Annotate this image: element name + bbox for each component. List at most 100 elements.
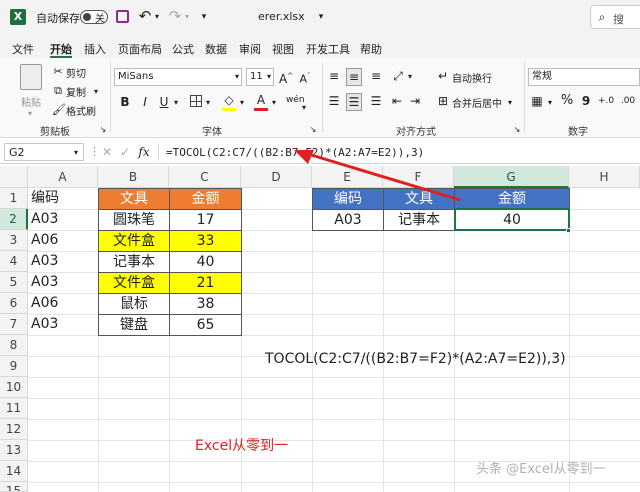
column-header-c[interactable]: C xyxy=(169,166,241,188)
redo-icon[interactable]: ↷ xyxy=(167,8,183,24)
cell-b2[interactable]: 圆珠笔 xyxy=(98,209,170,231)
tab-home[interactable]: 开始 xyxy=(50,41,72,57)
row-header-3[interactable]: 3 xyxy=(0,230,28,251)
cell-c2[interactable]: 17 xyxy=(169,209,242,231)
fill-color-dropdown-icon[interactable]: ▾ xyxy=(238,95,246,111)
copy-dropdown-icon[interactable]: ▾ xyxy=(92,84,100,100)
merge-center-button[interactable]: 合并后居中 xyxy=(452,95,502,110)
filename-chevron-icon[interactable]: ▾ xyxy=(316,9,326,25)
italic-button[interactable]: I xyxy=(138,94,152,110)
row-header-1[interactable]: 1 xyxy=(0,188,28,209)
tab-help[interactable]: 帮助 xyxy=(360,41,382,57)
cell-c5[interactable]: 21 xyxy=(169,272,242,294)
row-header-14[interactable]: 14 xyxy=(0,461,28,482)
row-header-9[interactable]: 9 xyxy=(0,356,28,377)
cell-f2[interactable]: 记事本 xyxy=(383,209,455,231)
cell-a2[interactable]: A03 xyxy=(28,209,98,230)
fill-handle[interactable] xyxy=(566,228,571,233)
phonetic-dropdown-icon[interactable]: ▾ xyxy=(300,100,308,116)
options-dots-icon[interactable]: ⋮ xyxy=(89,144,100,160)
paste-icon[interactable] xyxy=(20,64,42,90)
tab-insert[interactable]: 插入 xyxy=(84,41,106,57)
save-icon[interactable] xyxy=(116,10,129,23)
align-middle-icon[interactable]: ≡ xyxy=(346,68,362,86)
select-all-corner[interactable] xyxy=(0,166,28,188)
orientation-icon[interactable]: ⤢ xyxy=(390,68,406,84)
cancel-entry-icon[interactable]: ✕ xyxy=(100,144,114,160)
orientation-dropdown-icon[interactable]: ▾ xyxy=(406,69,414,85)
cell-g2[interactable]: 40 xyxy=(454,208,570,231)
fill-color-icon[interactable]: ◇ xyxy=(222,92,236,111)
copy-button[interactable]: 复制 xyxy=(66,84,86,99)
clipboard-launcher-icon[interactable]: ↘ xyxy=(98,122,108,138)
percent-button[interactable]: % xyxy=(560,93,574,109)
column-header-a[interactable]: A xyxy=(28,166,98,188)
cell-c6[interactable]: 38 xyxy=(169,293,242,315)
customize-toolbar-icon[interactable]: ▾ xyxy=(198,9,210,25)
row-header-15[interactable]: 15 xyxy=(0,482,28,492)
borders-dropdown-icon[interactable]: ▾ xyxy=(204,95,212,111)
increase-indent-icon[interactable]: ⇥ xyxy=(408,93,422,109)
cut-button[interactable]: 剪切 xyxy=(66,65,86,80)
underline-dropdown-icon[interactable]: ▾ xyxy=(172,95,180,111)
increase-font-icon[interactable]: A^ xyxy=(279,68,293,87)
column-header-g[interactable]: G xyxy=(454,166,569,188)
font-name-select[interactable]: MiSans xyxy=(114,68,242,86)
cell-a5[interactable]: A03 xyxy=(28,272,98,293)
cell-g1[interactable]: 金额 xyxy=(454,188,570,210)
cell-c4[interactable]: 40 xyxy=(169,251,242,273)
tab-formulas[interactable]: 公式 xyxy=(172,41,194,57)
decrease-font-icon[interactable]: Aˇ xyxy=(298,68,312,88)
comma-style-button[interactable]: 9 xyxy=(580,93,592,109)
cell-b7[interactable]: 键盘 xyxy=(98,314,170,336)
cell-a4[interactable]: A03 xyxy=(28,251,98,272)
align-left-icon[interactable]: ☰ xyxy=(326,93,342,109)
format-painter-button[interactable]: 格式刷 xyxy=(66,103,96,118)
cell-a7[interactable]: A03 xyxy=(28,314,98,335)
cell-a3[interactable]: A06 xyxy=(28,230,98,251)
currency-icon[interactable]: ▦ xyxy=(530,93,544,109)
cell-b6[interactable]: 鼠标 xyxy=(98,293,170,315)
row-header-11[interactable]: 11 xyxy=(0,398,28,419)
row-header-7[interactable]: 7 xyxy=(0,314,28,335)
underline-button[interactable]: U xyxy=(157,94,171,110)
borders-icon[interactable] xyxy=(190,95,202,107)
redo-dropdown-icon[interactable]: ▾ xyxy=(183,9,191,25)
cell-c3[interactable]: 33 xyxy=(169,230,242,252)
wrap-text-button[interactable]: 自动换行 xyxy=(452,70,492,85)
tab-data[interactable]: 数据 xyxy=(205,41,227,57)
row-header-2[interactable]: 2 xyxy=(0,209,28,230)
search-box[interactable]: ⌕ 搜 xyxy=(590,5,640,29)
undo-icon[interactable]: ↶ xyxy=(137,8,153,24)
cell-e2[interactable]: A03 xyxy=(312,209,384,231)
increase-decimal-icon[interactable]: +.0 xyxy=(598,93,614,109)
font-color-dropdown-icon[interactable]: ▾ xyxy=(270,95,278,111)
tab-developer[interactable]: 开发工具 xyxy=(306,41,350,57)
row-header-4[interactable]: 4 xyxy=(0,251,28,272)
align-center-icon[interactable]: ☰ xyxy=(346,93,362,111)
insert-function-icon[interactable]: fx xyxy=(136,144,152,160)
name-box[interactable]: G2 ▾ xyxy=(4,143,84,161)
align-right-icon[interactable]: ☰ xyxy=(368,93,384,109)
font-launcher-icon[interactable]: ↘ xyxy=(308,122,318,138)
merge-dropdown-icon[interactable]: ▾ xyxy=(506,95,514,111)
cell-b1[interactable]: 文具 xyxy=(98,188,170,210)
decrease-indent-icon[interactable]: ⇤ xyxy=(390,93,404,109)
row-header-13[interactable]: 13 xyxy=(0,440,28,461)
tab-page-layout[interactable]: 页面布局 xyxy=(118,41,162,57)
tab-view[interactable]: 视图 xyxy=(272,41,294,57)
column-header-b[interactable]: B xyxy=(98,166,169,188)
confirm-entry-icon[interactable]: ✓ xyxy=(118,144,132,160)
tab-review[interactable]: 审阅 xyxy=(239,41,261,57)
cell-b4[interactable]: 记事本 xyxy=(98,251,170,273)
row-header-10[interactable]: 10 xyxy=(0,377,28,398)
paste-dropdown-icon[interactable]: ▾ xyxy=(24,106,36,122)
column-header-h[interactable]: H xyxy=(569,166,640,188)
tab-file[interactable]: 文件 xyxy=(12,41,34,57)
align-top-icon[interactable]: ≡ xyxy=(326,68,342,84)
cell-b3[interactable]: 文件盒 xyxy=(98,230,170,252)
cell-c7[interactable]: 65 xyxy=(169,314,242,336)
cell-c1[interactable]: 金额 xyxy=(169,188,242,210)
cell-a1[interactable]: 编码 xyxy=(28,188,98,209)
currency-dropdown-icon[interactable]: ▾ xyxy=(546,95,554,111)
